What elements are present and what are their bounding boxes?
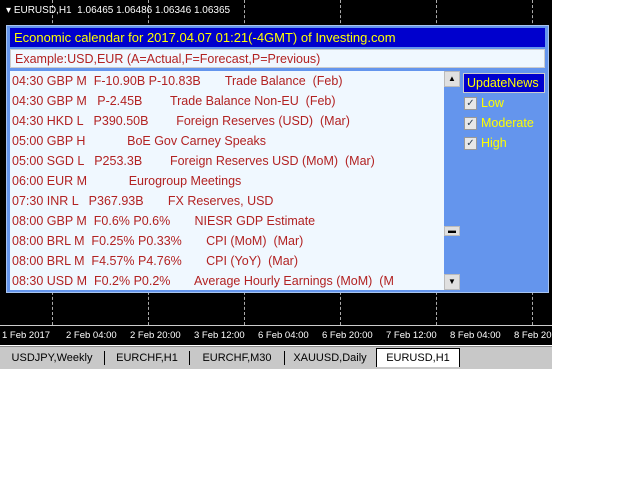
scroll-up-icon[interactable]: ▲: [444, 71, 460, 87]
checkbox-checked-icon[interactable]: ✓: [464, 136, 477, 150]
ohlc: 1.06465 1.06486 1.06346 1.06365: [77, 5, 231, 16]
filter-label: Low: [481, 96, 504, 110]
time-label: 8 Feb 20: [514, 330, 552, 341]
checkbox-checked-icon[interactable]: ✓: [464, 96, 477, 110]
list-item[interactable]: 04:30 HKD L P390.50B Foreign Reserves (U…: [10, 111, 444, 131]
time-label: 2 Feb 20:00: [130, 330, 181, 341]
list-item[interactable]: 06:00 EUR M Eurogroup Meetings: [10, 171, 444, 191]
tab-eurchf-h1[interactable]: EURCHF,H1: [105, 351, 190, 365]
filter-label: Moderate: [481, 116, 534, 130]
list-item[interactable]: 08:00 GBP M F0.6% P0.6% NIESR GDP Estima…: [10, 211, 444, 231]
list-item[interactable]: 05:00 GBP H BoE Gov Carney Speaks: [10, 131, 444, 151]
update-news-button[interactable]: UpdateNews: [463, 73, 545, 93]
tab-eurchf-m30[interactable]: EURCHF,M30: [190, 351, 285, 365]
tab-usdjpy-weekly[interactable]: USDJPY,Weekly: [0, 351, 105, 365]
time-label: 2 Feb 04:00: [66, 330, 117, 341]
filter-low[interactable]: ✓ Low: [463, 93, 545, 113]
scroll-down-icon[interactable]: ▼: [444, 274, 460, 290]
tab-xauusd-daily[interactable]: XAUUSD,Daily: [285, 349, 375, 367]
scroll-thumb[interactable]: ▬: [444, 226, 460, 236]
time-label: 1 Feb 2017: [2, 330, 51, 341]
list-item[interactable]: 08:00 BRL M F0.25% P0.33% CPI (MoM) (Mar…: [10, 231, 444, 251]
time-axis: 1 Feb 2017 2 Feb 04:00 2 Feb 20:00 3 Feb…: [0, 325, 552, 346]
time-label: 8 Feb 04:00: [450, 330, 501, 341]
checkbox-checked-icon[interactable]: ✓: [464, 116, 477, 130]
time-label: 6 Feb 04:00: [258, 330, 309, 341]
list-item[interactable]: 08:30 USD M F0.2% P0.2% Average Hourly E…: [10, 271, 444, 290]
list-item[interactable]: 04:30 GBP M F-10.90B P-10.83B Trade Bala…: [10, 71, 444, 91]
currency-filter-input[interactable]: Example:USD,EUR (A=Actual,F=Forecast,P=P…: [10, 49, 545, 68]
list-item[interactable]: 07:30 INR L P367.93B FX Reserves, USD: [10, 191, 444, 211]
list-item[interactable]: 04:30 GBP M P-2.45B Trade Balance Non-EU…: [10, 91, 444, 111]
symbol: EURUSD,H1: [13, 5, 72, 16]
chart-tabs: USDJPY,Weekly EURCHF,H1 EURCHF,M30 XAUUS…: [0, 346, 552, 369]
list-item[interactable]: 05:00 SGD L P253.3B Foreign Reserves USD…: [10, 151, 444, 171]
time-label: 3 Feb 12:00: [194, 330, 245, 341]
filter-panel: UpdateNews ✓ Low ✓ Moderate ✓ High: [463, 73, 545, 153]
scrollbar[interactable]: ▲ ▬ ▼: [444, 71, 460, 290]
list-item[interactable]: 08:00 BRL M F4.57% P4.76% CPI (YoY) (Mar…: [10, 251, 444, 271]
filter-high[interactable]: ✓ High: [463, 133, 545, 153]
filter-label: High: [481, 136, 507, 150]
time-label: 7 Feb 12:00: [386, 330, 437, 341]
tab-eurusd-h1[interactable]: EURUSD,H1: [376, 348, 460, 367]
calendar-title: Economic calendar for 2017.04.07 01:21(-…: [10, 28, 545, 47]
symbol-header: ▾ EURUSD,H1 1.06465 1.06486 1.06346 1.06…: [6, 5, 231, 16]
news-list: 04:30 GBP M F-10.90B P-10.83B Trade Bala…: [10, 71, 444, 290]
economic-calendar-panel: Economic calendar for 2017.04.07 01:21(-…: [6, 25, 549, 293]
time-label: 6 Feb 20:00: [322, 330, 373, 341]
filter-moderate[interactable]: ✓ Moderate: [463, 113, 545, 133]
